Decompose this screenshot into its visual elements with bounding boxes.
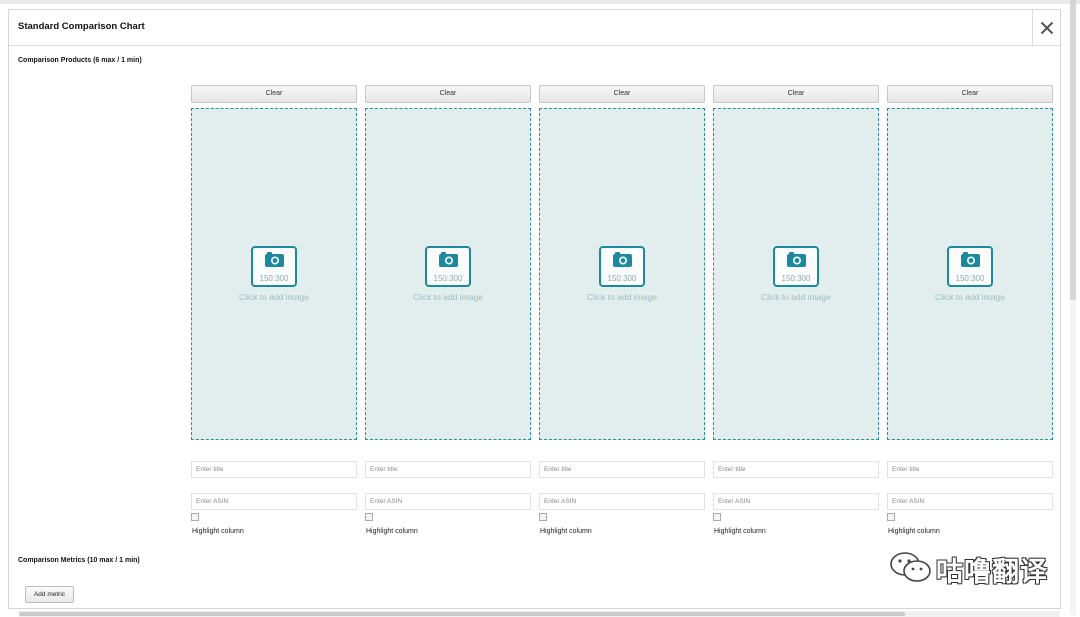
image-dimensions: 150:300: [433, 274, 463, 283]
highlight-label: Highlight column: [366, 528, 418, 535]
highlight-checkbox[interactable]: [713, 513, 721, 521]
image-dropzone[interactable]: 150:300 Click to add image: [191, 108, 357, 440]
title-input[interactable]: [191, 461, 357, 478]
highlight-checkbox[interactable]: [191, 513, 199, 521]
title-input[interactable]: [365, 461, 531, 478]
image-dimensions: 150:300: [259, 274, 289, 283]
add-metric-button[interactable]: Add metric: [25, 586, 74, 603]
camera-icon: [613, 252, 632, 267]
image-dropzone[interactable]: 150:300 Click to add image: [887, 108, 1053, 440]
image-dropzone[interactable]: 150:300 Click to add image: [713, 108, 879, 440]
add-image-text: Click to add image: [935, 292, 1005, 302]
add-image-text: Click to add image: [761, 292, 831, 302]
asin-input[interactable]: [887, 493, 1053, 510]
close-button[interactable]: [1032, 10, 1060, 45]
image-placeholder: 150:300: [251, 246, 297, 287]
camera-icon: [439, 252, 458, 267]
close-icon: [1040, 21, 1053, 34]
products-section-label: Comparison Products (6 max / 1 min): [18, 57, 142, 64]
highlight-label: Highlight column: [888, 528, 940, 535]
image-placeholder: 150:300: [599, 246, 645, 287]
image-dimensions: 150:300: [955, 274, 985, 283]
camera-icon: [961, 252, 980, 267]
image-placeholder: 150:300: [773, 246, 819, 287]
highlight-label: Highlight column: [540, 528, 592, 535]
highlight-label: Highlight column: [192, 528, 244, 535]
wechat-icon: [890, 552, 931, 582]
title-input[interactable]: [539, 461, 705, 478]
watermark: 咕噜翻译: [888, 548, 1048, 588]
title-input[interactable]: [713, 461, 879, 478]
asin-input[interactable]: [191, 493, 357, 510]
top-edge: [0, 0, 1080, 4]
metrics-section-label: Comparison Metrics (10 max / 1 min): [18, 557, 140, 564]
clear-button[interactable]: Clear: [191, 85, 357, 103]
clear-button[interactable]: Clear: [887, 85, 1053, 103]
image-dimensions: 150:300: [781, 274, 811, 283]
image-placeholder: 150:300: [947, 246, 993, 287]
camera-icon: [787, 252, 806, 267]
highlight-label: Highlight column: [714, 528, 766, 535]
add-image-text: Click to add image: [413, 292, 483, 302]
panel-header: Standard Comparison Chart: [9, 10, 1060, 46]
watermark-text: 咕噜翻译: [936, 557, 1048, 588]
image-dropzone[interactable]: 150:300 Click to add image: [539, 108, 705, 440]
add-image-text: Click to add image: [239, 292, 309, 302]
clear-button[interactable]: Clear: [365, 85, 531, 103]
image-placeholder: 150:300: [425, 246, 471, 287]
panel-title: Standard Comparison Chart: [18, 21, 145, 32]
asin-input[interactable]: [539, 493, 705, 510]
vertical-scrollbar[interactable]: [1070, 0, 1076, 615]
horizontal-scrollbar[interactable]: [19, 611, 1060, 617]
asin-input[interactable]: [713, 493, 879, 510]
clear-button[interactable]: Clear: [539, 85, 705, 103]
add-image-text: Click to add image: [587, 292, 657, 302]
title-input[interactable]: [887, 461, 1053, 478]
asin-input[interactable]: [365, 493, 531, 510]
highlight-checkbox[interactable]: [539, 513, 547, 521]
clear-button[interactable]: Clear: [713, 85, 879, 103]
image-dimensions: 150:300: [607, 274, 637, 283]
vertical-scrollbar-thumb[interactable]: [1070, 0, 1076, 300]
highlight-checkbox[interactable]: [887, 513, 895, 521]
comparison-chart-panel: Standard Comparison Chart Comparison Pro…: [8, 9, 1061, 617]
horizontal-scrollbar-thumb[interactable]: [19, 612, 905, 616]
image-dropzone[interactable]: 150:300 Click to add image: [365, 108, 531, 440]
highlight-checkbox[interactable]: [365, 513, 373, 521]
camera-icon: [265, 252, 284, 267]
